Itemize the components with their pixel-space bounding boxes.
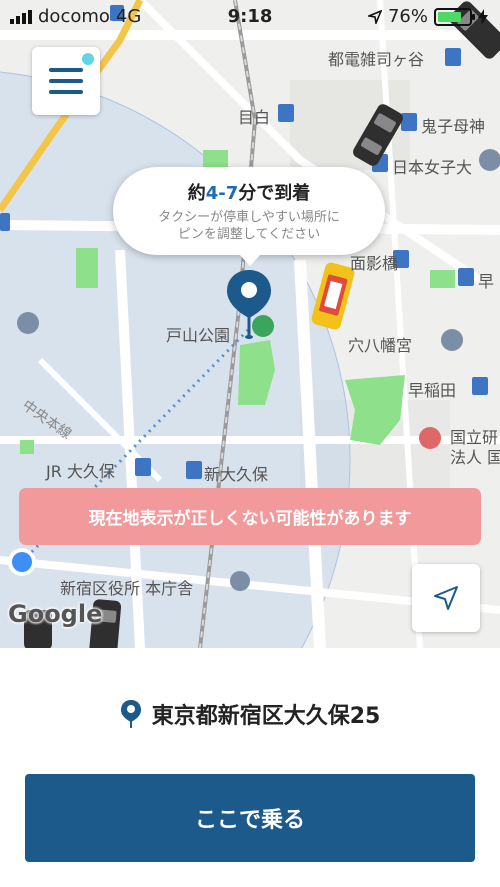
map-label-jr-okubo: JR 大久保 xyxy=(46,462,115,481)
map-label-anahachiman: 穴八幡宮 xyxy=(348,336,413,355)
map-label-kishibojin: 鬼子母神 xyxy=(421,117,486,136)
map-label-shinjuku-office: 新宿区役所 本庁舎 xyxy=(60,579,194,598)
map-label-toden-zoshigaya: 都電雑司ヶ谷 xyxy=(328,50,425,69)
location-services-icon xyxy=(367,9,382,24)
pin-hint-line1: タクシーが停車しやすい場所に xyxy=(158,210,340,225)
hamburger-menu-icon-line xyxy=(49,79,83,83)
location-pin-icon xyxy=(120,700,141,728)
hamburger-menu-icon-line xyxy=(49,90,83,94)
battery-percent: 76% xyxy=(387,6,428,27)
map-label-haya: 早 xyxy=(478,272,495,291)
pickup-address: 東京都新宿区大久保25 xyxy=(151,704,381,729)
pin-hint: タクシーが停車しやすい場所に ピンを調整してください xyxy=(113,209,385,243)
eta-prefix: 約 xyxy=(187,183,206,204)
notification-dot xyxy=(82,53,94,65)
menu-button[interactable] xyxy=(32,47,100,115)
pickup-address-row: 東京都新宿区大久保25 xyxy=(0,698,500,730)
battery-icon xyxy=(434,7,475,26)
map-label-mejiro: 目白 xyxy=(238,108,271,127)
charging-icon xyxy=(478,8,488,25)
pickup-pin-icon[interactable] xyxy=(224,268,274,342)
ride-here-button[interactable]: ここで乗る xyxy=(25,774,475,862)
eta-text: 約4-7分で到着 xyxy=(113,179,385,205)
location-warning-banner: 現在地表示が正しくない可能性があります xyxy=(19,488,481,545)
pin-hint-line2: ピンを調整してください xyxy=(177,227,321,242)
status-bar: docomo 4G 9:18 76% xyxy=(0,0,500,34)
map-label-kage: 面影橋 xyxy=(350,254,399,273)
eta-bubble: 約4-7分で到着 タクシーが停車しやすい場所に ピンを調整してください xyxy=(113,167,385,266)
hamburger-menu-icon xyxy=(49,68,83,72)
map-label-japan-womens-univ: 日本女子大 xyxy=(392,158,473,177)
google-logo: Google xyxy=(8,600,103,628)
map-label-shin-okubo: 新大久保 xyxy=(204,465,269,484)
map-label-kokuritsu-2: 法人 国 xyxy=(450,448,500,467)
navigation-arrow-icon xyxy=(434,586,458,610)
eta-suffix: 分で到着 xyxy=(238,183,311,204)
map-label-waseda: 早稲田 xyxy=(408,381,457,400)
eta-range: 4-7 xyxy=(205,183,239,204)
current-location-button[interactable] xyxy=(412,564,480,632)
map-label-toyama-park: 戸山公園 xyxy=(166,326,231,345)
pickup-panel: 東京都新宿区大久保25 ここで乗る xyxy=(0,648,500,887)
